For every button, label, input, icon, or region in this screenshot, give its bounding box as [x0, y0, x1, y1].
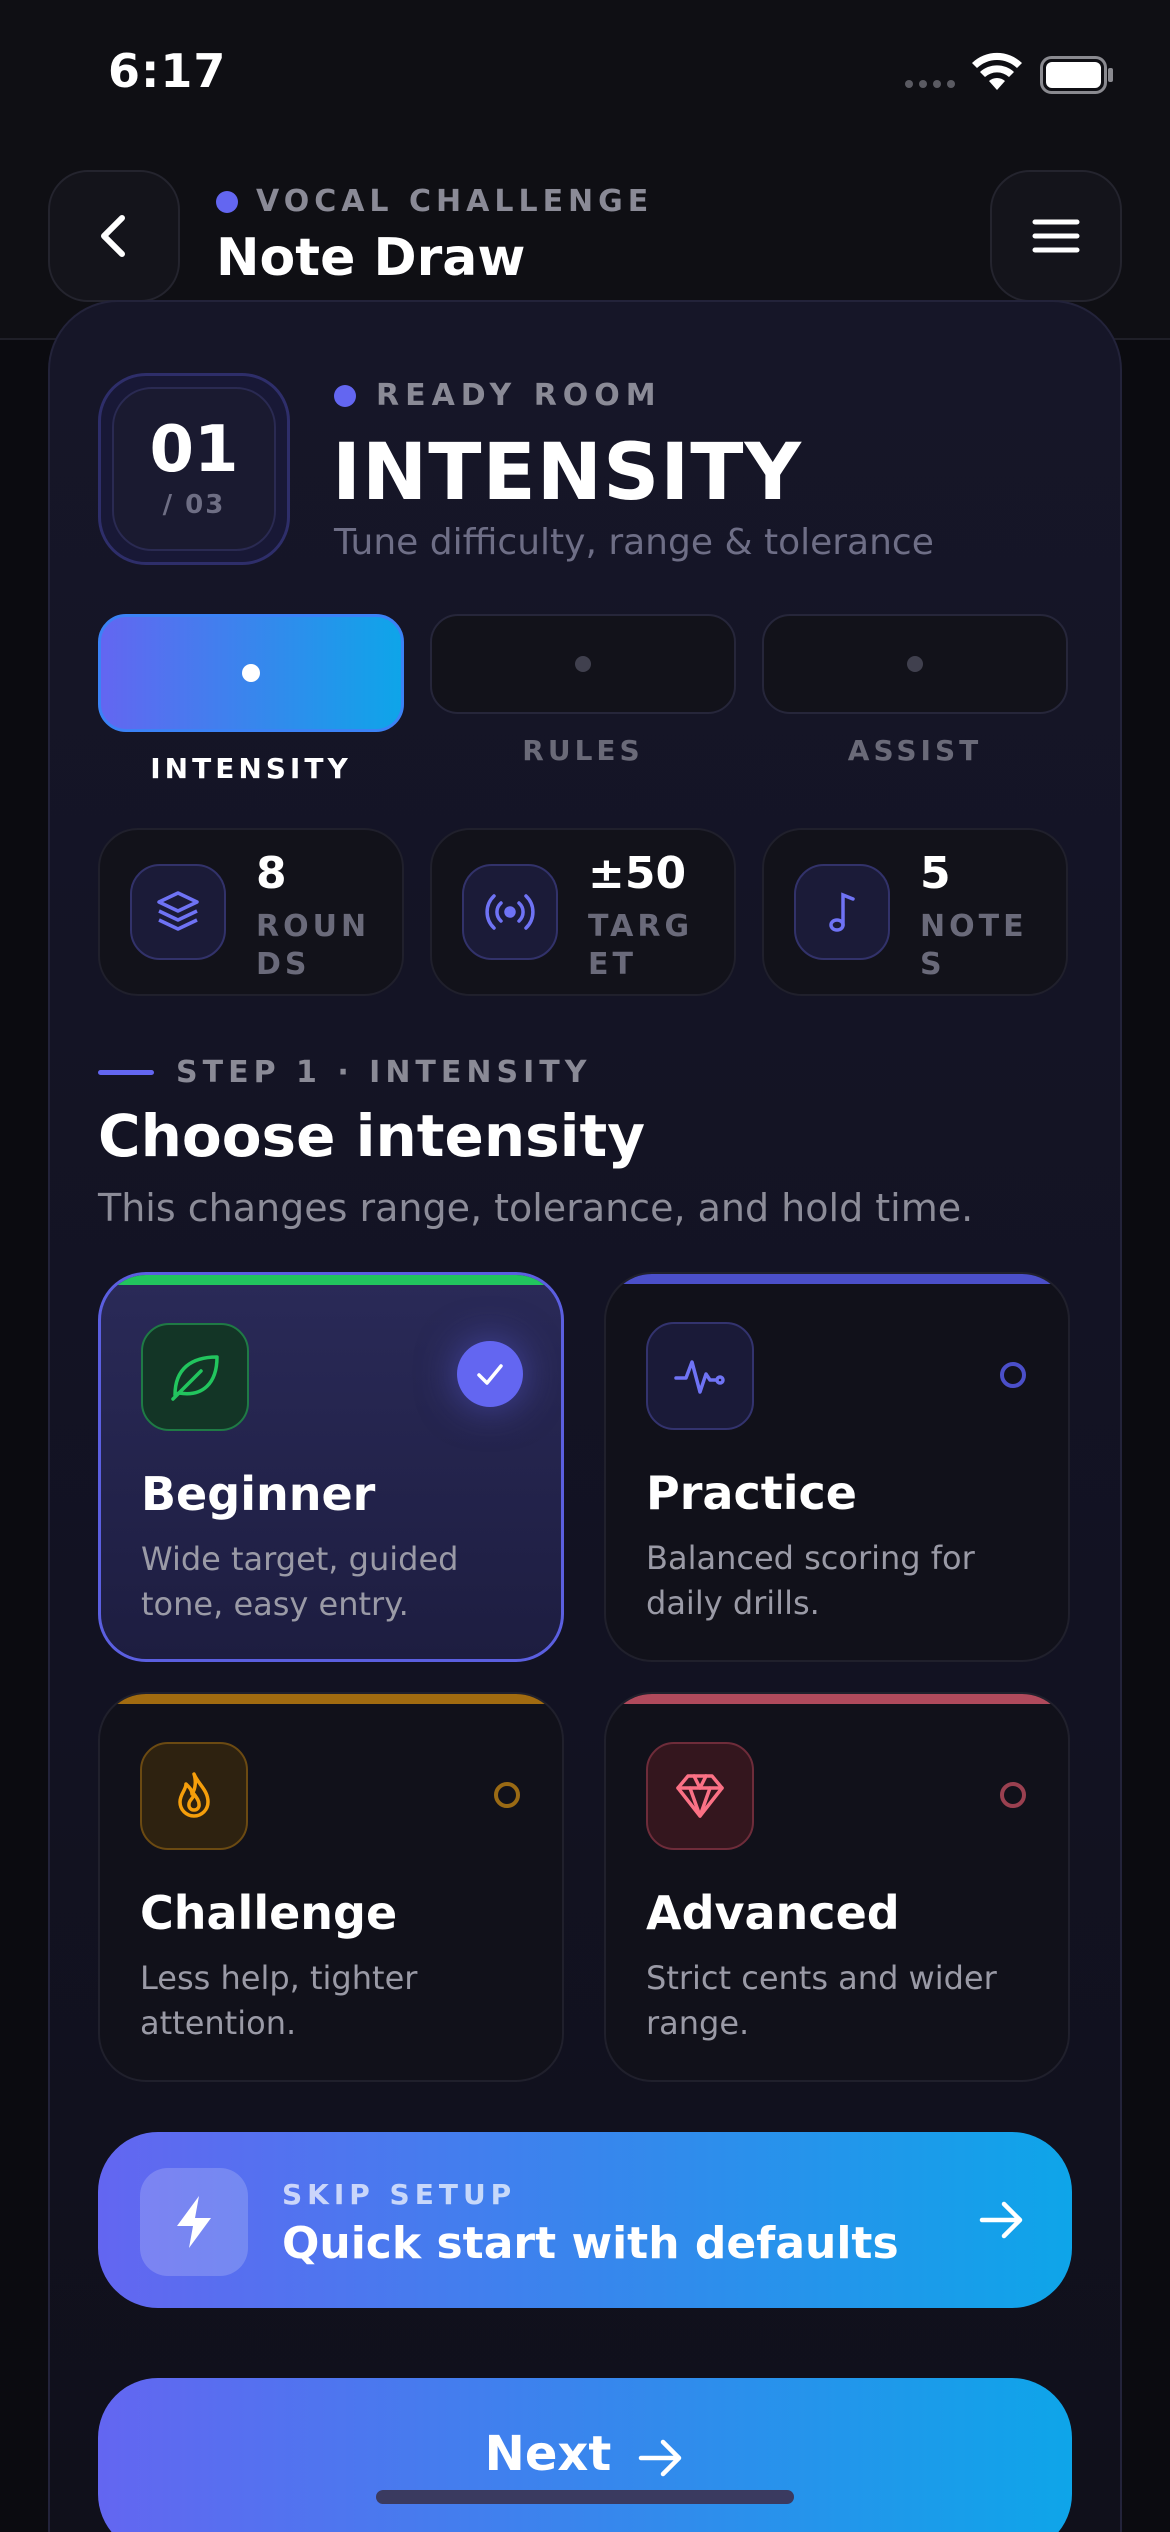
home-indicator[interactable]: [376, 2490, 794, 2504]
tab-intensity[interactable]: [98, 614, 404, 732]
option-description: Balanced scoring for daily drills.: [646, 1539, 975, 1622]
tab-indicator-dot: [907, 656, 923, 672]
tab-indicator-dot: [242, 664, 260, 682]
back-button[interactable]: [48, 170, 180, 302]
tab-assist-label: ASSIST: [847, 734, 983, 767]
broadcast-icon: [462, 864, 558, 960]
wifi-icon: [972, 52, 1022, 90]
stat-value: ±50: [588, 848, 687, 899]
option-title: Advanced: [646, 1886, 900, 1940]
battery-icon: [1040, 56, 1113, 94]
option-accent-bar: [100, 1694, 562, 1704]
checkmark-icon: [457, 1341, 523, 1407]
quick-start-label: Quick start with defaults: [282, 2218, 899, 2269]
step-counter-badge: 01 / 03: [98, 373, 290, 565]
section-accent-line: [98, 1070, 154, 1075]
music-note-icon: [794, 864, 890, 960]
step-subtitle: Tune difficulty, range & tolerance: [334, 522, 934, 563]
section-subtitle: This changes range, tolerance, and hold …: [98, 1186, 974, 1230]
option-description: Less help, tighter attention.: [140, 1959, 418, 2042]
pulse-icon: [646, 1322, 754, 1430]
quick-start-button[interactable]: SKIP SETUP Quick start with defaults: [98, 2132, 1072, 2308]
option-accent-bar: [101, 1275, 561, 1285]
option-title: Beginner: [141, 1467, 376, 1521]
quick-start-kicker: SKIP SETUP: [282, 2178, 517, 2211]
room-kicker: READY ROOM: [334, 378, 662, 413]
header-kicker: VOCAL CHALLENGE: [216, 184, 653, 219]
header-kicker-label: VOCAL CHALLENGE: [256, 184, 654, 219]
diamond-icon: [646, 1742, 754, 1850]
stat-notes: 5 NOTES: [762, 828, 1068, 996]
stat-rounds: 8 ROUNDS: [98, 828, 404, 996]
status-time: 6:17: [108, 44, 227, 98]
option-advanced[interactable]: Advanced Strict cents and wider range.: [604, 1692, 1070, 2082]
stat-label: TARGET: [588, 909, 694, 982]
next-button-label: Next: [484, 2426, 612, 2482]
option-title: Practice: [646, 1466, 857, 1520]
section-kicker-label: STEP 1 · INTENSITY: [176, 1055, 592, 1090]
option-beginner[interactable]: Beginner Wide target, guided tone, easy …: [98, 1272, 564, 1662]
status-dot: [216, 190, 238, 213]
menu-button[interactable]: [990, 170, 1122, 302]
stat-target: ±50 TARGET: [430, 828, 736, 996]
arrow-right-icon: [639, 2439, 682, 2477]
tab-intensity-label: INTENSITY: [150, 752, 352, 785]
stat-label: NOTES: [920, 909, 1028, 982]
status-bar: 6:17: [0, 0, 1170, 150]
radio-indicator: [1000, 1782, 1026, 1808]
section-kicker: STEP 1 · INTENSITY: [98, 1055, 591, 1090]
stat-label: ROUNDS: [256, 909, 371, 982]
step-total: / 03: [162, 490, 226, 520]
step-number: 01: [149, 413, 239, 487]
stat-value: 5: [920, 848, 951, 899]
option-description: Wide target, guided tone, easy entry.: [141, 1540, 459, 1623]
tab-indicator-dot: [575, 656, 591, 672]
option-practice[interactable]: Practice Balanced scoring for daily dril…: [604, 1272, 1070, 1662]
radio-indicator: [1000, 1362, 1026, 1388]
option-challenge[interactable]: Challenge Less help, tighter attention.: [98, 1692, 564, 2082]
leaf-icon: [141, 1323, 249, 1431]
status-dot: [334, 384, 356, 407]
page-title: Note Draw: [216, 228, 526, 288]
cellular-signal-icon: [905, 80, 955, 88]
lightning-icon: [140, 2168, 248, 2276]
chevron-left-icon: [101, 215, 125, 257]
option-description: Strict cents and wider range.: [646, 1959, 997, 2042]
layers-icon: [130, 864, 226, 960]
radio-indicator: [494, 1782, 520, 1808]
stat-value: 8: [256, 848, 287, 899]
section-title: Choose intensity: [98, 1102, 646, 1170]
flame-icon: [140, 1742, 248, 1850]
next-button[interactable]: Next: [98, 2378, 1072, 2532]
option-accent-bar: [606, 1274, 1068, 1284]
arrow-right-icon: [979, 2201, 1023, 2239]
room-kicker-label: READY ROOM: [376, 378, 662, 413]
tab-assist[interactable]: [762, 614, 1068, 714]
option-title: Challenge: [140, 1886, 398, 1940]
option-accent-bar: [606, 1694, 1068, 1704]
step-title: INTENSITY: [332, 428, 802, 518]
hamburger-menu-icon: [1032, 219, 1080, 253]
tab-rules[interactable]: [430, 614, 736, 714]
tab-rules-label: RULES: [522, 734, 644, 767]
